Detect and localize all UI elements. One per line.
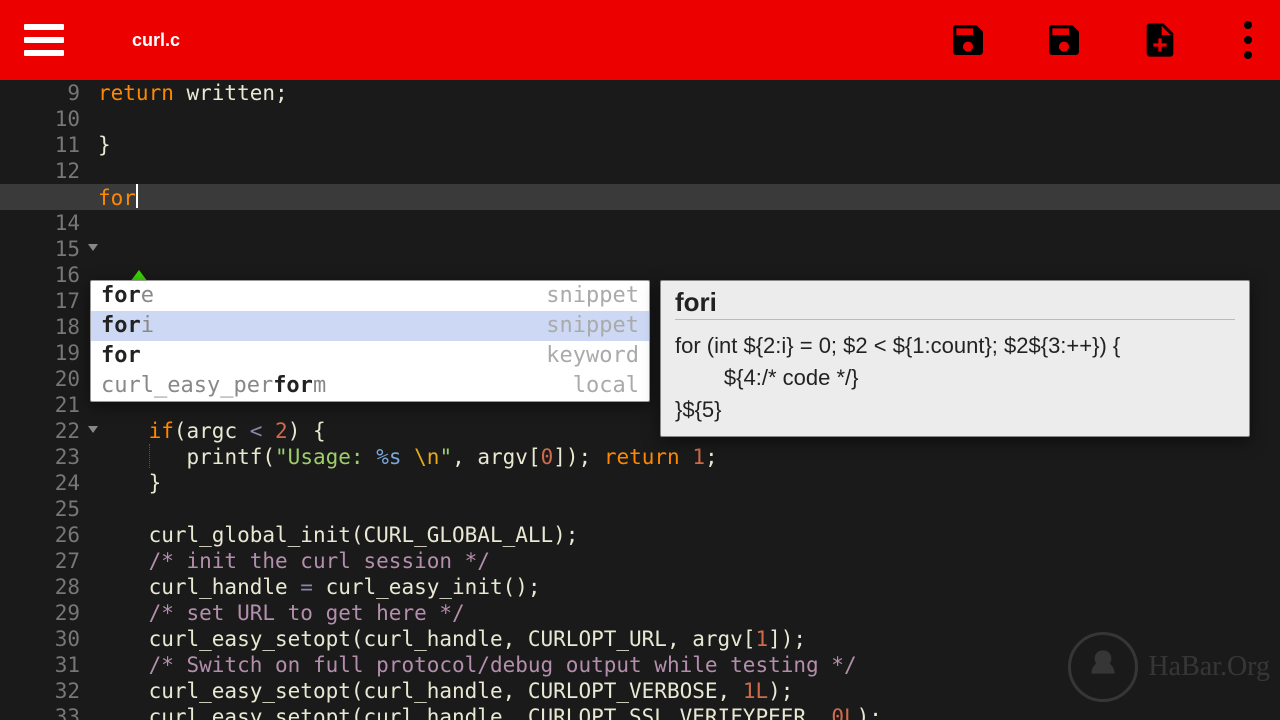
line-number: 27 — [0, 548, 80, 574]
autocomplete-item[interactable]: forkeyword — [91, 341, 649, 371]
doc-title: fori — [675, 289, 1235, 315]
line-number: 21 — [0, 392, 80, 418]
code-line[interactable]: } — [98, 132, 1280, 158]
line-number: 25 — [0, 496, 80, 522]
line-number: 22 — [0, 418, 80, 444]
fold-icon[interactable] — [88, 426, 98, 433]
code-line[interactable] — [98, 210, 1280, 236]
line-number: 29 — [0, 600, 80, 626]
line-number: 26 — [0, 522, 80, 548]
line-number: 14 — [0, 210, 80, 236]
autocomplete-item[interactable]: forisnippet — [91, 311, 649, 341]
code-line[interactable]: return written; — [98, 80, 1280, 106]
fold-icon[interactable] — [88, 244, 98, 251]
code-editor[interactable]: 9101112131415161718192021222324252627282… — [0, 80, 1280, 720]
code-line[interactable]: printf("Usage: %s \n", argv[0]); return … — [98, 444, 1280, 470]
line-number: 32 — [0, 678, 80, 704]
autocomplete-kind: snippet — [546, 281, 639, 311]
line-number: 12 — [0, 158, 80, 184]
autocomplete-popup[interactable]: foresnippetforisnippetforkeywordcurl_eas… — [90, 280, 650, 402]
snippet-doc-tooltip: fori for (int ${2:i} = 0; $2 < ${1:count… — [660, 280, 1250, 437]
code-line[interactable]: /* init the curl session */ — [98, 548, 1280, 574]
line-number: 23 — [0, 444, 80, 470]
line-number: 28 — [0, 574, 80, 600]
line-number: 17 — [0, 288, 80, 314]
toolbar: curl.c — [0, 0, 1280, 80]
line-number: 11 — [0, 132, 80, 158]
new-file-icon[interactable] — [1140, 20, 1180, 60]
line-number: 9 — [0, 80, 80, 106]
code-line[interactable]: curl_handle = curl_easy_init(); — [98, 574, 1280, 600]
autocomplete-kind: local — [573, 371, 639, 401]
code-line[interactable]: } — [98, 470, 1280, 496]
watermark: HaBar.Org — [1068, 632, 1270, 702]
code-line[interactable] — [98, 496, 1280, 522]
line-number: 10 — [0, 106, 80, 132]
code-line[interactable]: curl_global_init(CURL_GLOBAL_ALL); — [98, 522, 1280, 548]
line-number: 24 — [0, 470, 80, 496]
code-line[interactable]: /* set URL to get here */ — [98, 600, 1280, 626]
line-number: 18 — [0, 314, 80, 340]
doc-body: for (int ${2:i} = 0; $2 < ${1:count}; $2… — [675, 330, 1235, 426]
autocomplete-item[interactable]: curl_easy_performlocal — [91, 371, 649, 401]
line-number: 33 — [0, 704, 80, 720]
toolbar-actions — [948, 20, 1260, 60]
filename-label: curl.c — [132, 30, 180, 51]
line-number-gutter: 9101112131415161718192021222324252627282… — [0, 80, 88, 720]
autocomplete-kind: keyword — [546, 341, 639, 371]
line-number: 31 — [0, 652, 80, 678]
code-line[interactable]: for — [0, 184, 1280, 210]
code-line[interactable] — [98, 106, 1280, 132]
line-number: 19 — [0, 340, 80, 366]
code-line[interactable] — [98, 158, 1280, 184]
line-number: 20 — [0, 366, 80, 392]
line-number: 15 — [0, 236, 80, 262]
overflow-menu-icon[interactable] — [1236, 21, 1260, 59]
code-line[interactable] — [98, 236, 1280, 262]
menu-icon[interactable] — [24, 16, 72, 64]
line-number: 16 — [0, 262, 80, 288]
autocomplete-item[interactable]: foresnippet — [91, 281, 649, 311]
line-number: 30 — [0, 626, 80, 652]
code-line[interactable]: curl_easy_setopt(curl_handle, CURLOPT_SS… — [98, 704, 1280, 720]
autocomplete-kind: snippet — [546, 311, 639, 341]
save-as-icon[interactable] — [1044, 20, 1084, 60]
save-icon[interactable] — [948, 20, 988, 60]
